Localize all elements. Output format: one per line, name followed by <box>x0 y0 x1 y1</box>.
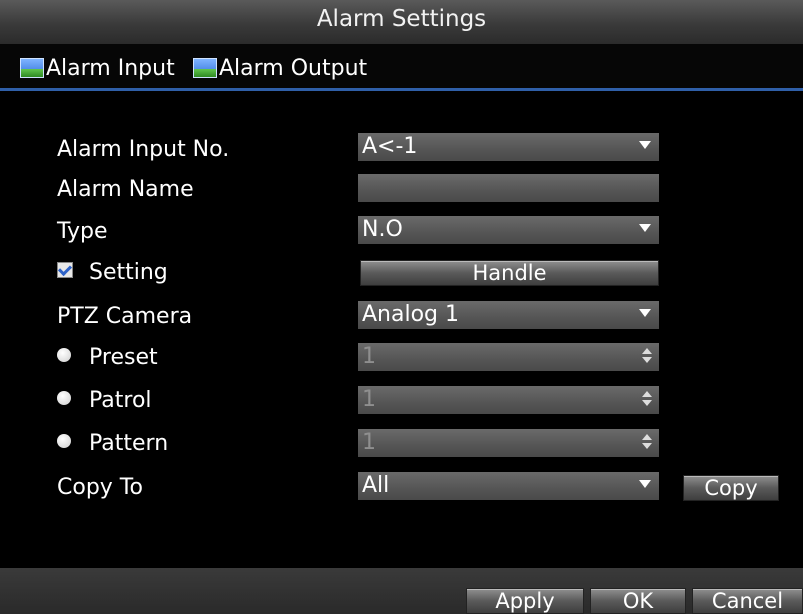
patrol-radio[interactable] <box>57 391 71 405</box>
tab-alarm-output[interactable]: Alarm Output <box>193 54 367 82</box>
pattern-spinbox[interactable]: 1 <box>358 429 659 457</box>
copy-to-dropdown[interactable]: All <box>358 472 659 500</box>
tab-alarm-input[interactable]: Alarm Input <box>20 54 175 82</box>
preset-radio[interactable] <box>57 348 71 362</box>
copy-button[interactable]: Copy <box>683 475 779 501</box>
preset-label: Preset <box>89 345 158 370</box>
patrol-spinbox[interactable]: 1 <box>358 386 659 414</box>
type-dropdown[interactable]: N.O <box>358 216 659 244</box>
copy-to-label: Copy To <box>57 475 143 500</box>
spinner-arrows-icon[interactable] <box>641 433 653 453</box>
patrol-value: 1 <box>362 387 376 412</box>
dropdown-arrow-icon <box>639 480 651 488</box>
tab-bar: Alarm Input Alarm Output <box>0 44 803 91</box>
window-title: Alarm Settings <box>316 6 487 32</box>
ptz-camera-value: Analog 1 <box>362 302 460 327</box>
dropdown-arrow-icon <box>639 309 651 317</box>
alarm-name-label: Alarm Name <box>57 177 194 202</box>
title-bar: Alarm Settings <box>0 0 803 45</box>
handle-button[interactable]: Handle <box>360 260 659 286</box>
patrol-label: Patrol <box>89 388 152 413</box>
ptz-camera-label: PTZ Camera <box>57 304 193 329</box>
alarm-input-no-dropdown[interactable]: A<-1 <box>358 133 659 161</box>
dropdown-arrow-icon <box>639 141 651 149</box>
alarm-input-no-value: A<-1 <box>362 134 418 159</box>
pattern-label: Pattern <box>89 431 169 456</box>
image-icon <box>20 58 44 78</box>
type-label: Type <box>57 219 108 244</box>
apply-button[interactable]: Apply <box>466 588 584 614</box>
tab-label: Alarm Input <box>46 55 175 81</box>
spinner-arrows-icon[interactable] <box>641 347 653 367</box>
preset-value: 1 <box>362 344 376 369</box>
type-value: N.O <box>362 217 403 242</box>
cancel-button[interactable]: Cancel <box>692 588 803 614</box>
ptz-camera-dropdown[interactable]: Analog 1 <box>358 301 659 329</box>
pattern-radio[interactable] <box>57 434 71 448</box>
image-icon <box>193 58 217 78</box>
preset-spinbox[interactable]: 1 <box>358 343 659 371</box>
dropdown-arrow-icon <box>639 224 651 232</box>
tab-label: Alarm Output <box>219 55 368 81</box>
pattern-value: 1 <box>362 430 376 455</box>
ok-button[interactable]: OK <box>590 588 686 614</box>
setting-checkbox[interactable] <box>57 262 73 278</box>
spinner-arrows-icon[interactable] <box>641 390 653 410</box>
copy-to-value: All <box>362 473 390 498</box>
setting-label: Setting <box>89 260 168 285</box>
alarm-name-input[interactable] <box>358 174 659 202</box>
alarm-input-no-label: Alarm Input No. <box>57 137 230 162</box>
